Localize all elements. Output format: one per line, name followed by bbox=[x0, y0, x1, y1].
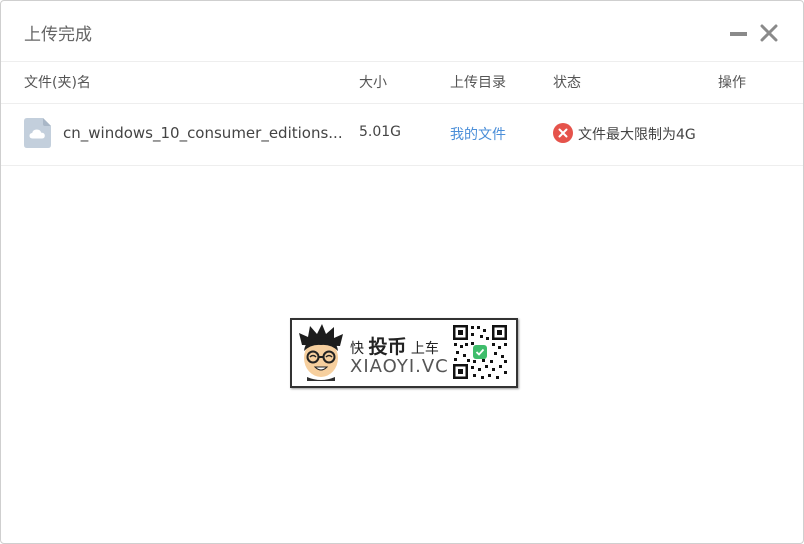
watermark-slogan: 快 投币 上车 bbox=[350, 332, 439, 359]
watermark-slogan-part2: 投币 bbox=[368, 336, 407, 358]
directory-link[interactable]: 我的文件 bbox=[450, 124, 506, 144]
header-directory: 上传目录 bbox=[450, 75, 506, 91]
minimize-icon bbox=[730, 32, 747, 36]
close-icon bbox=[760, 24, 778, 42]
table-header: 文件(夹)名 大小 上传目录 状态 操作 bbox=[1, 62, 803, 104]
watermark-logo: 快 投币 上车 XIAOYI.VC bbox=[290, 318, 518, 388]
watermark-site: XIAOYI.VC bbox=[350, 356, 449, 377]
header-name: 文件(夹)名 bbox=[24, 75, 91, 91]
header-operation: 操作 bbox=[718, 75, 746, 91]
qr-code-icon bbox=[452, 324, 508, 380]
status-text: 文件最大限制为4G bbox=[578, 127, 696, 143]
close-button[interactable] bbox=[759, 23, 779, 43]
header-status: 状态 bbox=[553, 75, 581, 91]
watermark-slogan-part3: 上车 bbox=[410, 341, 439, 357]
dialog-titlebar: 上传完成 bbox=[1, 1, 803, 62]
minimize-button[interactable] bbox=[729, 23, 749, 43]
dialog-title: 上传完成 bbox=[24, 25, 92, 45]
watermark-slogan-part1: 快 bbox=[350, 341, 364, 357]
header-size: 大小 bbox=[359, 75, 387, 91]
file-name: cn_windows_10_consumer_editions... bbox=[63, 124, 343, 142]
file-size: 5.01G bbox=[359, 124, 402, 140]
table-row: cn_windows_10_consumer_editions... 5.01G… bbox=[1, 104, 803, 166]
upload-complete-dialog: 上传完成 文件(夹)名 大小 上传目录 状态 操作 cn_windows_10_… bbox=[0, 0, 804, 544]
error-icon bbox=[553, 123, 573, 143]
avatar bbox=[299, 324, 343, 381]
cloud-file-icon bbox=[24, 118, 51, 148]
